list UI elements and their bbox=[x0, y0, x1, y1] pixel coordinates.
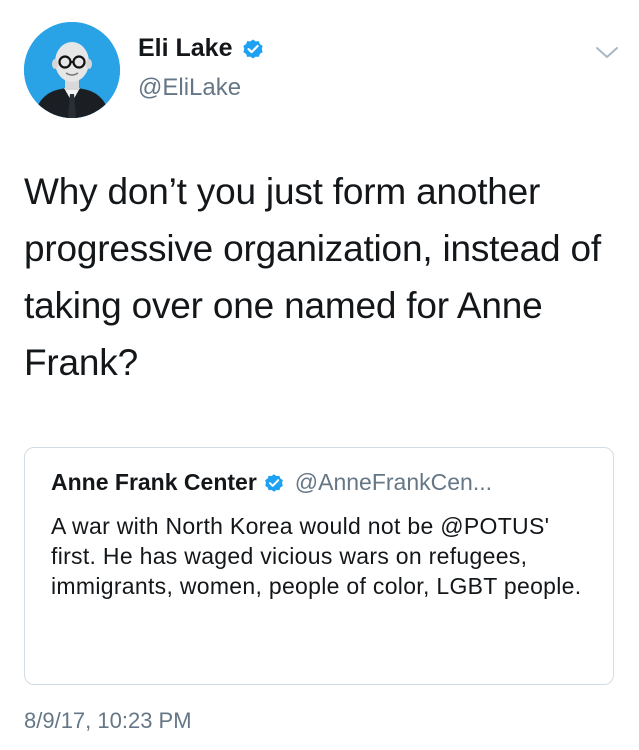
avatar-photo bbox=[24, 22, 120, 118]
tweet-text: Why don’t you just form another progress… bbox=[24, 171, 601, 383]
quoted-tweet-text: A war with North Korea would not be @POT… bbox=[51, 513, 582, 599]
chevron-down-icon[interactable] bbox=[594, 43, 620, 61]
verified-badge-icon bbox=[263, 472, 285, 494]
quoted-tweet[interactable]: Anne Frank Center @AnneFrankCen... A war… bbox=[24, 447, 614, 685]
author-handle[interactable]: @EliLake bbox=[138, 74, 241, 102]
author-name-row: Eli Lake bbox=[138, 34, 265, 63]
tweet-timestamp[interactable]: 8/9/17, 10:23 PM bbox=[24, 708, 192, 734]
quoted-display-name: Anne Frank Center bbox=[51, 469, 257, 495]
avatar[interactable] bbox=[24, 22, 120, 118]
quoted-tweet-header: Anne Frank Center @AnneFrankCen... bbox=[51, 469, 492, 496]
quoted-handle: @AnneFrankCen... bbox=[294, 469, 492, 495]
author-display-name[interactable]: Eli Lake bbox=[138, 34, 233, 63]
verified-badge-icon bbox=[241, 37, 265, 61]
